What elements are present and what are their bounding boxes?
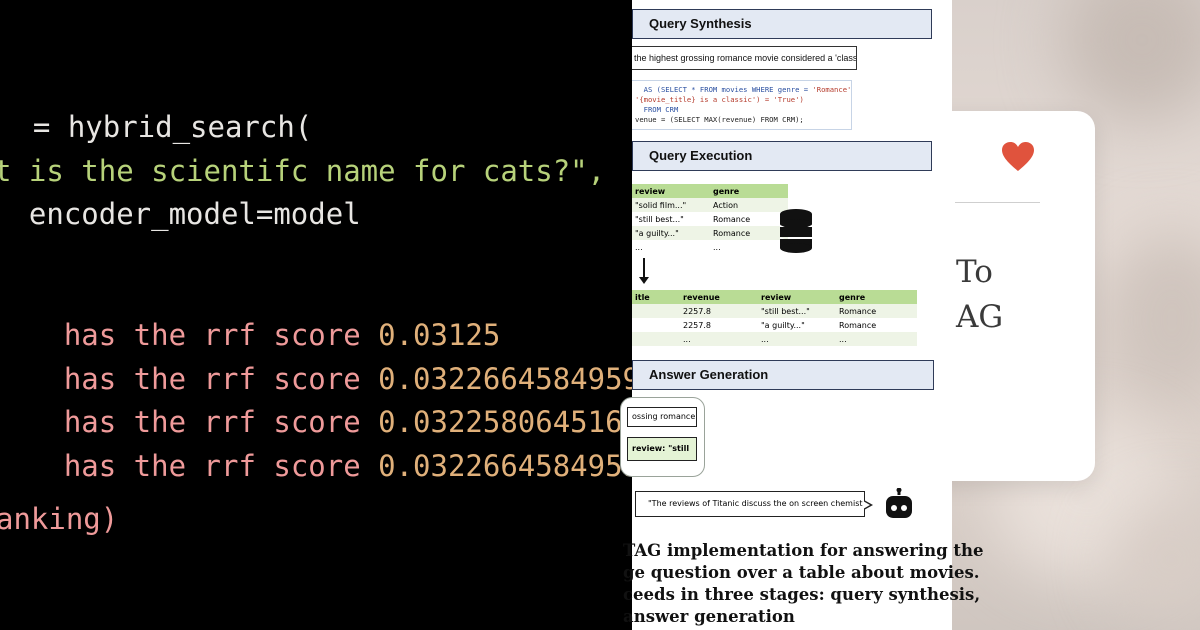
context-chip: ossing romance [627, 407, 697, 427]
table-cell: "solid film..." [632, 198, 710, 212]
table-cell: ... [710, 240, 788, 254]
robot-icon [886, 488, 912, 518]
sql-line-2: '{movie_title} is a classic') [635, 95, 761, 104]
source-table: review genre "solid film..." Action "sti… [632, 184, 788, 254]
code-line-query-string: t is the scientifc name for cats?", [0, 154, 606, 188]
context-chip-highlight: review: "still [627, 437, 697, 461]
card-title-line-1: To [956, 254, 993, 290]
table-cell [632, 332, 680, 346]
stage-header-answer-generation: Answer Generation [632, 360, 934, 390]
sql-line-3: FROM CRM [635, 105, 679, 114]
table-cell: Romance [836, 304, 917, 318]
table-header: revenue [680, 290, 758, 304]
table-cell: "still best..." [758, 304, 836, 318]
sql-line-2-end: = 'True') [760, 95, 804, 104]
table-row: ... ... ... [632, 332, 917, 346]
table-cell [632, 304, 680, 318]
table-cell [632, 318, 680, 332]
table-cell: Romance [836, 318, 917, 332]
table-cell: Action [710, 198, 788, 212]
table-cell: ... [680, 332, 758, 346]
table-cell: 2257.8 [680, 318, 758, 332]
down-arrow-icon [639, 258, 649, 284]
table-header: review [758, 290, 836, 304]
answer-speech-bubble: "The reviews of Titanic discuss the on s… [635, 491, 865, 517]
caption-line: ceeds in three stages: query synthesis, [623, 585, 981, 604]
table-cell: ... [632, 240, 710, 254]
table-cell: Romance [710, 212, 788, 226]
card-title-line-2: AG [956, 299, 1004, 335]
table-cell: "a guilty..." [758, 318, 836, 332]
table-row: 2257.8 "a guilty..." Romance [632, 318, 917, 332]
table-row: 2257.8 "still best..." Romance [632, 304, 917, 318]
table-row: ... ... [632, 240, 788, 254]
table-cell: "a guilty..." [632, 226, 710, 240]
caption-line: ge question over a table about movies. [623, 563, 980, 582]
question-box: the highest grossing romance movie consi… [632, 46, 857, 70]
code-line-reranking: anking) [0, 502, 119, 536]
table-row: "still best..." Romance [632, 212, 788, 226]
sql-line-4: venue = (SELECT MAX(revenue) FROM CRM); [635, 115, 804, 124]
card-title: To AG [956, 250, 1003, 340]
stage-header-query-synthesis: Query Synthesis [632, 9, 932, 39]
table-row: "a guilty..." Romance [632, 226, 788, 240]
sql-literal: 'Romance' [812, 85, 852, 94]
code-editor-pane: = hybrid_search( t is the scientifc name… [0, 0, 632, 630]
table-cell: ... [758, 332, 836, 346]
database-icon [779, 209, 813, 253]
table-header: itle [632, 290, 680, 304]
caption-line: answer generation [623, 607, 795, 626]
sql-code-block: AS (SELECT * FROM movies WHERE genre = '… [632, 80, 852, 130]
table-cell: 2257.8 [680, 304, 758, 318]
code-line-hybrid-search: = hybrid_search( [0, 110, 313, 144]
table-cell: "still best..." [632, 212, 710, 226]
heart-icon[interactable] [1001, 141, 1035, 173]
table-header: review [632, 184, 710, 198]
rrf-score: 0.0322664584959666 [378, 449, 632, 483]
sql-line-1: AS (SELECT * FROM movies WHERE genre = [635, 85, 813, 94]
card-divider [955, 202, 1040, 203]
result-prefix: has the rrf score [63, 449, 361, 483]
table-header: genre [710, 184, 788, 198]
table-cell: ... [836, 332, 917, 346]
figure-caption: TAG implementation for answering the ge … [623, 540, 984, 628]
table-row: "solid film..." Action [632, 198, 788, 212]
stage-header-query-execution: Query Execution [632, 141, 932, 171]
code-line-encoder-model: encoder_model=model [0, 197, 361, 231]
table-header: genre [836, 290, 917, 304]
result-table: itle revenue review genre 2257.8 "still … [632, 290, 917, 346]
table-cell: Romance [710, 226, 788, 240]
caption-line: TAG implementation for answering the [623, 541, 984, 560]
